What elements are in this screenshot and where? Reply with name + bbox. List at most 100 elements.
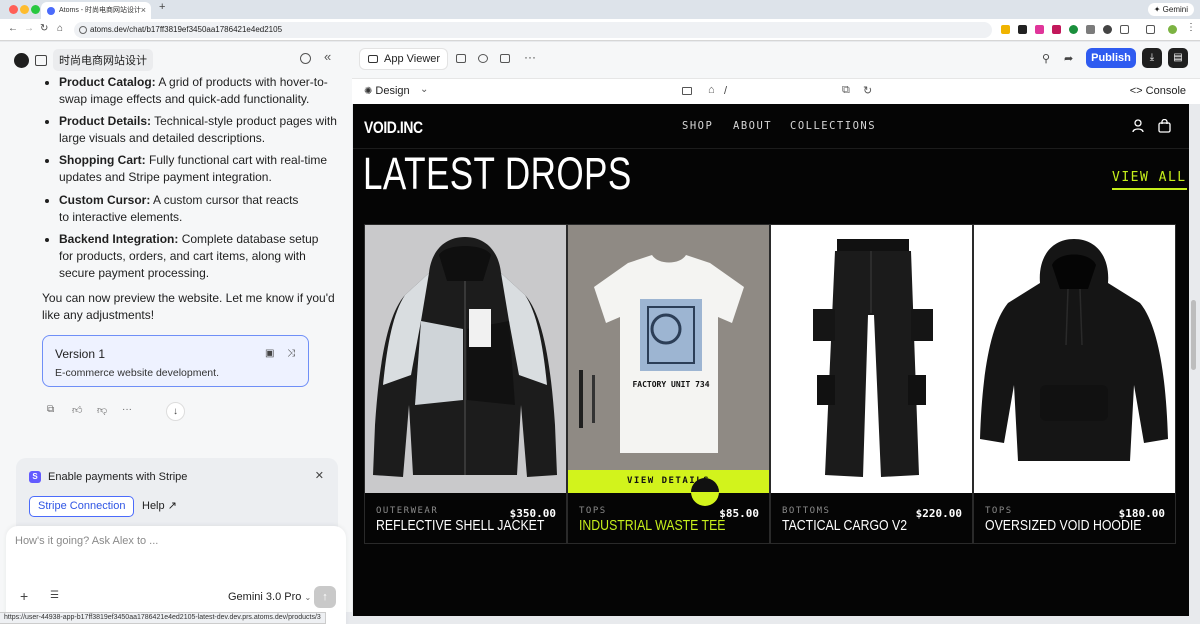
product-image bbox=[365, 225, 566, 493]
copy-icon[interactable]: ⧉ bbox=[47, 404, 54, 415]
extension-icon[interactable] bbox=[1103, 25, 1112, 34]
more-icon[interactable]: ··· bbox=[524, 50, 536, 64]
share-icon[interactable]: ➦ bbox=[1064, 52, 1073, 65]
send-button[interactable]: ↑ bbox=[314, 586, 336, 608]
user-icon[interactable] bbox=[1132, 119, 1144, 133]
scrollbar[interactable] bbox=[1191, 300, 1196, 370]
site-nav: VOID.INC SHOP ABOUT COLLECTIONS bbox=[353, 104, 1189, 149]
minimize-window-button[interactable] bbox=[20, 5, 29, 14]
chevron-down-icon[interactable]: ⌄ bbox=[420, 84, 428, 95]
shopping-bag-icon[interactable] bbox=[1158, 119, 1171, 133]
avatar[interactable] bbox=[1168, 25, 1177, 34]
home-icon[interactable]: ⌂ bbox=[708, 84, 715, 96]
site-info-icon[interactable] bbox=[79, 26, 87, 34]
url-text: atoms.dev/chat/b17ff3819ef3450aa1786421e… bbox=[90, 25, 283, 34]
stripe-title: Enable payments with Stripe bbox=[48, 471, 188, 483]
product-name[interactable]: INDUSTRIAL WASTE TEE bbox=[579, 517, 725, 534]
console-button[interactable]: <> Console bbox=[1130, 85, 1186, 97]
product-category: TOPS bbox=[985, 506, 1013, 516]
pin-icon[interactable]: ⚲ bbox=[1042, 52, 1050, 65]
design-label: Design bbox=[375, 85, 410, 97]
feature-item: Product Catalog: A grid of products with… bbox=[59, 74, 344, 108]
maximize-window-button[interactable] bbox=[31, 5, 40, 14]
side-panel-icon[interactable] bbox=[1146, 25, 1155, 34]
extension-icon[interactable] bbox=[1035, 25, 1044, 34]
extensions-puzzle-icon[interactable] bbox=[1120, 25, 1129, 34]
nav-link-collections[interactable]: COLLECTIONS bbox=[790, 120, 876, 132]
product-image bbox=[771, 225, 972, 493]
scroll-down-button[interactable]: ↓ bbox=[166, 402, 185, 421]
atoms-favicon-icon bbox=[47, 7, 55, 15]
sidebar-toggle-icon[interactable] bbox=[35, 54, 47, 66]
close-tab-icon[interactable]: × bbox=[141, 2, 146, 19]
product-card[interactable]: BOTTOMS $220.00 TACTICAL CARGO V2 bbox=[770, 224, 973, 544]
project-title[interactable]: 时尚电商网站设计 bbox=[53, 49, 153, 71]
custom-cursor bbox=[691, 478, 719, 506]
product-card[interactable]: OUTERWEAR $350.00 REFLECTIVE SHELL JACKE… bbox=[364, 224, 567, 544]
attach-plus-icon[interactable]: + bbox=[20, 588, 28, 604]
view-all-link[interactable]: VIEW ALL bbox=[1112, 170, 1187, 190]
product-image: FACTORY UNIT 734 bbox=[568, 225, 769, 493]
reload-icon[interactable]: ↻ bbox=[40, 23, 48, 34]
route-path[interactable]: / bbox=[724, 85, 727, 97]
feature-label: Backend Integration: bbox=[59, 232, 179, 246]
download-button[interactable]: ⤓ bbox=[1142, 48, 1162, 68]
product-name[interactable]: OVERSIZED VOID HOODIE bbox=[985, 517, 1142, 534]
image-icon[interactable] bbox=[456, 54, 466, 63]
open-external-icon[interactable]: ⧉ bbox=[842, 84, 850, 97]
back-icon[interactable]: ← bbox=[8, 23, 18, 34]
nav-link-about[interactable]: ABOUT bbox=[733, 120, 772, 132]
stripe-connection-button[interactable]: Stripe Connection bbox=[29, 496, 135, 517]
preview-icon[interactable]: ▣ bbox=[265, 348, 275, 359]
collapse-panel-icon[interactable]: « bbox=[324, 49, 331, 64]
product-card[interactable]: TOPS $180.00 OVERSIZED VOID HOODIE bbox=[973, 224, 1176, 544]
help-link[interactable]: Help ↗ bbox=[142, 499, 177, 512]
more-options-icon[interactable]: ··· bbox=[122, 404, 132, 415]
browser-menu-icon[interactable]: ⋮ bbox=[1186, 22, 1196, 33]
assistant-message: You can now preview the website. Let me … bbox=[42, 291, 335, 322]
chat-input[interactable]: How's it going? Ask Alex to ... bbox=[15, 535, 158, 547]
home-icon[interactable]: ⌂ bbox=[57, 23, 63, 34]
folder-icon[interactable] bbox=[500, 54, 510, 63]
new-tab-button[interactable]: + bbox=[159, 1, 165, 13]
panel-toggle-button[interactable]: ▤ bbox=[1168, 48, 1188, 68]
version-description: E-commerce website development. bbox=[55, 367, 219, 379]
app-viewer-tab[interactable]: App Viewer bbox=[360, 49, 448, 69]
cursor-bottom-half bbox=[691, 492, 719, 506]
extension-icon[interactable] bbox=[1086, 25, 1095, 34]
view-details-button[interactable]: VIEW DETAILS bbox=[568, 470, 769, 493]
extension-icon[interactable] bbox=[1052, 25, 1061, 34]
model-selector[interactable]: Gemini 3.0 Pro ⌄ bbox=[228, 591, 311, 603]
version-card[interactable]: Version 1 ▣ ⤨ E-commerce website develop… bbox=[42, 335, 309, 387]
settings-sliders-icon[interactable]: ☰ bbox=[50, 590, 59, 601]
product-price: $220.00 bbox=[915, 507, 962, 520]
thumbs-down-icon[interactable]: 👎︎ bbox=[97, 404, 107, 416]
extension-icon[interactable] bbox=[1001, 25, 1010, 34]
external-link-icon: ↗ bbox=[167, 500, 177, 512]
close-icon[interactable]: ✕ bbox=[315, 469, 324, 482]
product-category: BOTTOMS bbox=[782, 506, 831, 516]
product-card[interactable]: FACTORY UNIT 734 VIEW DETAILS TOPS $85.0… bbox=[567, 224, 770, 544]
monitor-icon bbox=[368, 55, 378, 63]
code-icon: <> bbox=[1129, 85, 1143, 97]
history-icon[interactable] bbox=[300, 53, 311, 64]
url-field[interactable]: atoms.dev/chat/b17ff3819ef3450aa1786421e… bbox=[74, 22, 992, 38]
product-name[interactable]: TACTICAL CARGO V2 bbox=[782, 517, 907, 534]
atoms-logo-icon[interactable] bbox=[14, 52, 29, 68]
browser-tab[interactable]: Atoms - 时尚电商网站设计 × bbox=[41, 2, 151, 19]
design-tab[interactable]: ✺ Design bbox=[364, 85, 410, 97]
extension-icon[interactable] bbox=[1069, 25, 1078, 34]
shuffle-icon[interactable]: ⤨ bbox=[287, 348, 297, 359]
refresh-icon[interactable]: ↻ bbox=[863, 84, 872, 97]
cloud-icon[interactable] bbox=[478, 54, 488, 63]
thumbs-up-icon[interactable]: 👍︎ bbox=[72, 404, 82, 416]
close-window-button[interactable] bbox=[9, 5, 18, 14]
site-brand-logo[interactable]: VOID.INC bbox=[364, 118, 423, 138]
profile-button[interactable]: ✦ Gemini bbox=[1147, 3, 1194, 16]
forward-icon[interactable]: → bbox=[24, 23, 34, 34]
product-name[interactable]: REFLECTIVE SHELL JACKET bbox=[376, 517, 544, 534]
nav-link-shop[interactable]: SHOP bbox=[682, 120, 713, 132]
device-monitor-icon[interactable] bbox=[682, 87, 692, 95]
extension-icon[interactable] bbox=[1018, 25, 1027, 34]
publish-button[interactable]: Publish bbox=[1086, 48, 1136, 68]
